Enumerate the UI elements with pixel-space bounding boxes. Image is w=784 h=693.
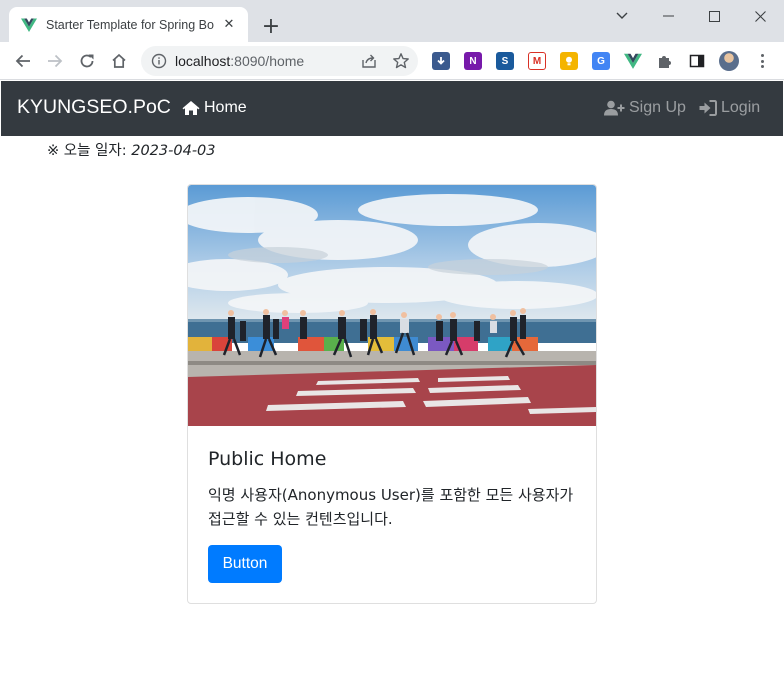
sign-in-icon: [699, 100, 717, 116]
url-path: :8090/home: [230, 53, 305, 69]
url-host: localhost: [175, 53, 231, 69]
home-icon: [182, 101, 200, 115]
close-icon: [754, 10, 766, 22]
site-navbar: KYUNGSEO.PoC Home Sign Up Login: [1, 81, 783, 136]
reload-icon: [80, 54, 94, 68]
keep-extension-icon[interactable]: [560, 52, 578, 70]
share-icon[interactable]: [360, 52, 378, 70]
nav-home-label: Home: [204, 99, 247, 116]
puzzle-icon[interactable]: [656, 52, 674, 70]
profile-avatar[interactable]: [719, 51, 739, 71]
s-extension-icon[interactable]: S: [496, 52, 514, 70]
arrow-left-icon: [15, 54, 30, 68]
arrow-right-icon: [48, 54, 63, 68]
info-icon[interactable]: [151, 53, 167, 69]
nav-signup-label: Sign Up: [629, 99, 686, 116]
chevron-down-icon: [616, 12, 628, 19]
nav-login-link[interactable]: Login: [699, 99, 760, 117]
navbar-brand[interactable]: KYUNGSEO.PoC: [17, 96, 171, 119]
nav-login-label: Login: [721, 99, 761, 116]
browser-tab-strip: Starter Template for Spring Boo ✕ +: [0, 0, 784, 42]
maximize-icon: [708, 10, 720, 22]
download-arrow-icon: [437, 57, 445, 65]
side-panel-icon[interactable]: [688, 52, 706, 70]
download-extension-icon[interactable]: [432, 52, 450, 70]
runners-photo: [188, 185, 596, 426]
bookmark-star-icon[interactable]: [392, 52, 410, 70]
vue-favicon-icon: [21, 18, 37, 32]
public-home-card: Public Home 익명 사용자(Anonymous User)를 포함한 …: [187, 184, 597, 604]
tab-search-button[interactable]: [600, 6, 644, 26]
card-title: Public Home: [208, 448, 327, 470]
translate-extension-icon[interactable]: G: [592, 52, 610, 70]
gmail-extension-icon[interactable]: M: [528, 52, 546, 70]
nav-signup-link[interactable]: Sign Up: [604, 99, 686, 117]
card-button[interactable]: Button: [208, 545, 282, 583]
browser-tab[interactable]: Starter Template for Spring Boo ✕: [9, 7, 248, 42]
home-button[interactable]: [107, 49, 131, 73]
vue-devtools-icon[interactable]: [624, 52, 642, 70]
close-window-button[interactable]: [738, 6, 782, 26]
browser-toolbar: localhost:8090/home N S M 35 G: [0, 42, 784, 114]
onenote-extension-icon[interactable]: N: [464, 52, 482, 70]
user-plus-icon: [604, 100, 625, 116]
back-button[interactable]: [11, 49, 35, 73]
tab-close-button[interactable]: ✕: [220, 16, 238, 34]
nav-home-link[interactable]: Home: [182, 99, 247, 117]
url-text[interactable]: localhost:8090/home: [175, 53, 304, 69]
date-prefix: ※ 오늘 일자:: [47, 143, 132, 159]
card-image: [188, 185, 596, 426]
forward-button[interactable]: [43, 49, 67, 73]
today-date: ※ 오늘 일자: 2023-04-03: [47, 139, 216, 160]
minimize-button[interactable]: [646, 6, 690, 26]
menu-kebab-icon[interactable]: [756, 52, 768, 70]
date-value: 2023-04-03: [131, 143, 216, 159]
home-outline-icon: [112, 53, 126, 68]
new-tab-button[interactable]: +: [259, 14, 283, 39]
maximize-button[interactable]: [692, 6, 736, 26]
card-text: 익명 사용자(Anonymous User)를 포함한 모든 사용자가 접근할 …: [208, 486, 574, 528]
minimize-icon: [662, 15, 674, 17]
lightbulb-icon: [566, 56, 572, 66]
tab-title: Starter Template for Spring Boo: [46, 17, 214, 32]
address-bar[interactable]: localhost:8090/home: [141, 46, 418, 76]
reload-button[interactable]: [75, 49, 99, 73]
